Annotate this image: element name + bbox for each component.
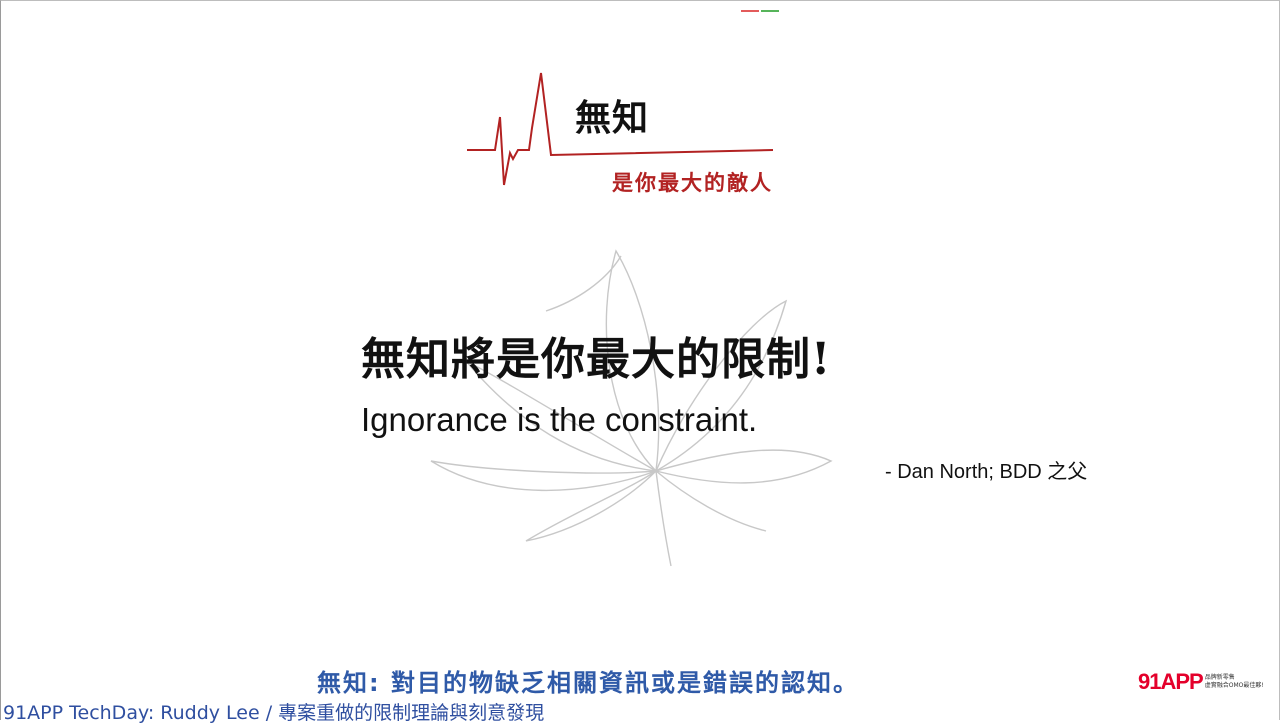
quote-chinese: 無知將是你最大的限制! [361,334,832,385]
quote-attribution: - Dan North; BDD 之父 [885,461,1088,483]
definition-text: 無知: 對目的物缺乏相關資訊或是錯誤的認知。 [317,669,859,697]
brand-logo: 91APP 品牌新零售 虛實融合OMO最佳夥! [1138,669,1264,695]
slide-subtitle: 是你最大的敵人 [612,171,773,195]
slide-canvas: 無知 是你最大的敵人 無知將是你最大的限制! Ignorance is the … [0,0,1280,724]
slide-title: 無知 [575,97,650,139]
quote-english: Ignorance is the constraint. [361,401,758,438]
footer-text: 91APP TechDay: Ruddy Lee / 專案重做的限制理論與刻意發… [3,702,545,724]
slide-marker [741,10,779,12]
brand-logo-mark: 91APP [1138,669,1204,694]
brand-tagline-line1: 品牌新零售 [1204,674,1235,681]
brand-tagline: 品牌新零售 虛實融合OMO最佳夥! [1205,674,1264,690]
brand-tagline-line2: 虛實融合OMO最佳夥! [1204,682,1264,689]
